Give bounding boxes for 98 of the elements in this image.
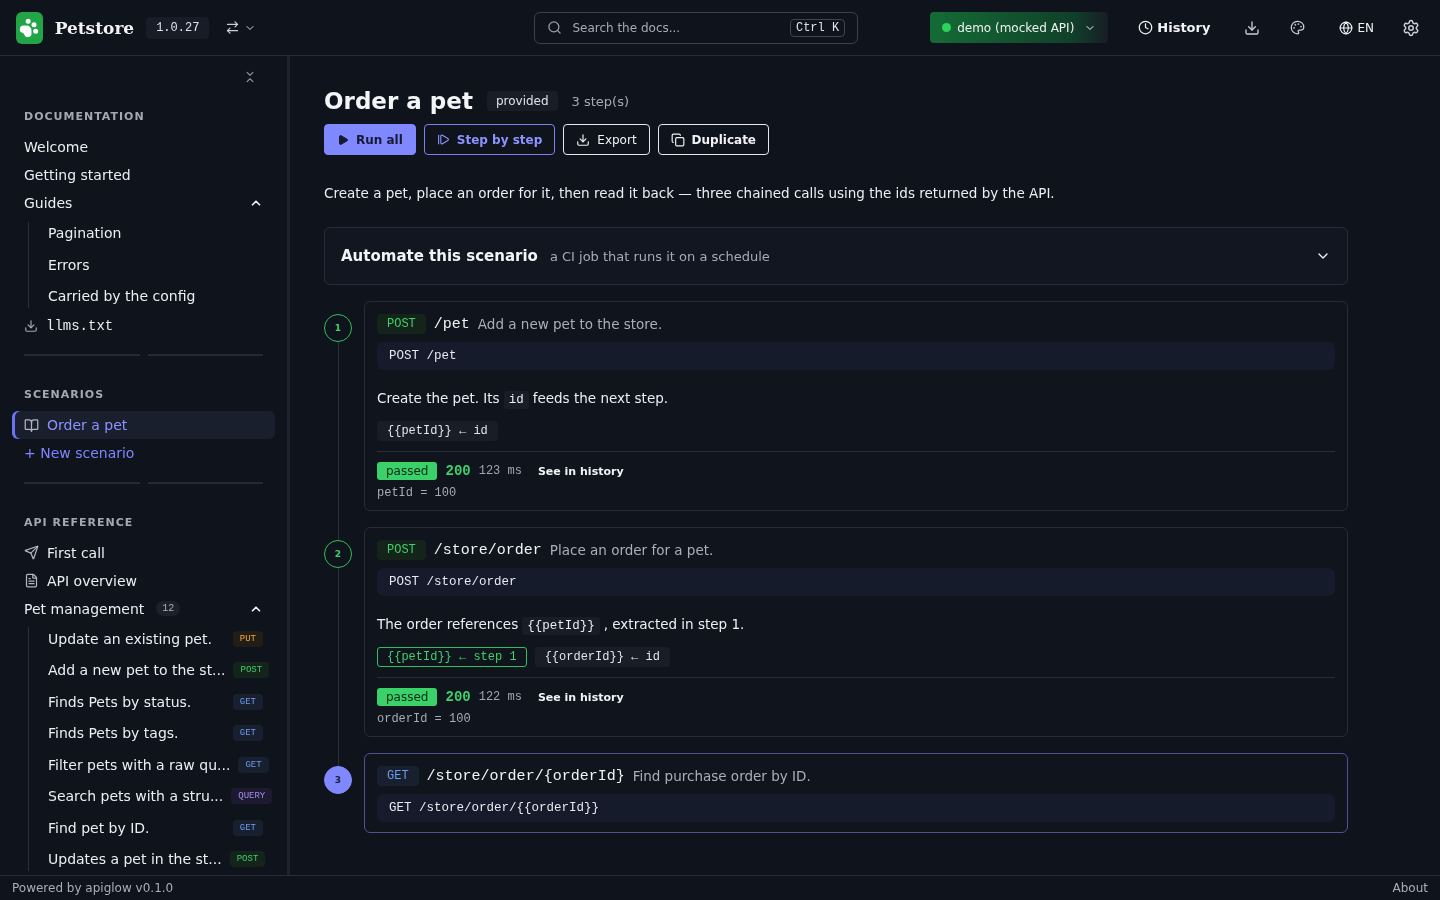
method-tag: GET [232, 693, 263, 710]
variable-chip: {{orderId}} ← id [534, 647, 670, 667]
nav-link[interactable]: Welcome [12, 133, 275, 162]
step-button[interactable]: Step by step [423, 124, 556, 155]
nav-group[interactable]: Pet management 12 [12, 594, 275, 624]
automate-panel[interactable]: Automate this scenario a CI job that runs it on a schedule [324, 227, 1348, 285]
http-status: 200 [445, 689, 471, 705]
step-note: Create the pet. Its id feeds the next step. [377, 390, 670, 407]
variable-chip: {{petId}} ← id [377, 421, 498, 441]
http-status: 200 [445, 463, 471, 479]
extracted-value: orderId = 100 [377, 712, 472, 726]
search-icon [547, 20, 563, 35]
method-tag: POST [377, 540, 426, 560]
endpoint-item[interactable]: Updates a pet in the st... POST [12, 843, 275, 875]
new-scenario-link[interactable]: + New scenario [12, 439, 275, 468]
section-title: API REFERENCE [23, 515, 135, 529]
status-badge: passed [377, 462, 438, 480]
brand-name: Petstore [54, 17, 135, 38]
step-note: The order references {{petId}} , extracted in step 1. [377, 616, 746, 633]
nav-link[interactable]: llms.txt [12, 312, 275, 341]
nav-link[interactable]: Errors [12, 249, 275, 281]
scenario-item[interactable]: Order a pet [12, 411, 275, 440]
endpoint-item[interactable]: Add a new pet to the st... POST [12, 654, 275, 687]
extracted-value: petId = 100 [377, 486, 458, 500]
method-tag: GET [238, 756, 269, 773]
language-button[interactable]: EN [1335, 16, 1378, 39]
method-tag: PUT [232, 630, 263, 647]
shortcut-hint: Ctrl K [789, 18, 846, 37]
search-field[interactable]: Search the docs... [570, 19, 782, 36]
section-title: SCENARIOS [23, 388, 106, 402]
method-tag: GET [232, 819, 263, 836]
nav-link[interactable]: Carried by the config [12, 280, 275, 312]
paw-logo-icon[interactable] [16, 11, 43, 44]
response-time: 123 ms [478, 464, 522, 478]
powered-by-text: Powered by apiglow v0.1.0 [12, 881, 174, 895]
endpoint-summary: Add a new pet to the store. [477, 316, 663, 332]
search-bar[interactable]: Search the docs... Ctrl K [534, 11, 859, 44]
clock-icon [1138, 20, 1154, 35]
document-icon [24, 573, 39, 589]
method-tag: POST [377, 314, 426, 334]
section-title: DOCUMENTATION [23, 110, 146, 123]
history-button[interactable]: History [1134, 16, 1215, 39]
about-link[interactable]: About [1392, 881, 1428, 895]
step-number: 3 [324, 766, 352, 794]
duplicate-button[interactable]: Duplicate [657, 124, 769, 155]
environment-selector[interactable]: demo (mocked API) [930, 12, 1109, 43]
globe-icon [1339, 20, 1354, 35]
swap-arrows-icon [225, 20, 241, 35]
response-time: 122 ms [478, 690, 522, 704]
endpoint-item[interactable]: Finds Pets by status. GET [12, 686, 275, 718]
step-count: 3 step(s) [571, 93, 630, 109]
nav-link[interactable]: Pagination [12, 217, 275, 249]
download-icon [576, 132, 591, 147]
scenario-description: Create a pet, place an order for it, then read it back — three chained calls using the ids returned by the API. [324, 185, 1056, 201]
step-number: 2 [324, 540, 352, 568]
method-tag: GET [232, 725, 263, 742]
method-tag: QUERY [231, 788, 273, 805]
send-icon [24, 545, 39, 561]
group-label: Guides [24, 195, 73, 212]
endpoint-item[interactable]: Search pets with a stru... QUERY [12, 780, 275, 813]
group-label: Pet management [24, 600, 145, 617]
provided-badge: provided [486, 91, 558, 111]
palette-icon [1290, 20, 1306, 35]
endpoint-summary: Place an order for a pet. [549, 542, 714, 558]
run-button[interactable]: Run all [324, 124, 416, 155]
history-link[interactable]: See in history [537, 690, 624, 704]
endpoint-item[interactable]: Finds Pets by tags. GET [12, 717, 275, 750]
endpoint-path: /store/order [433, 541, 542, 559]
method-tag: POST [229, 851, 266, 868]
count-badge: 12 [156, 601, 181, 617]
export-button[interactable]: Export [563, 124, 650, 155]
method-tag: GET [377, 766, 419, 786]
copy-icon [670, 132, 685, 147]
version-badge: 1.0.27 [146, 16, 210, 39]
book-icon [24, 417, 39, 433]
step-forward-icon [436, 133, 450, 146]
page-title: Order a pet [324, 88, 473, 114]
endpoint-item[interactable]: Update an existing pet. PUT [12, 623, 275, 655]
play-icon [337, 133, 349, 146]
endpoint-path: /pet [433, 315, 470, 333]
endpoint-summary: Find purchase order by ID. [632, 768, 811, 784]
download-icon [1244, 19, 1261, 36]
collapse-icon [243, 70, 257, 84]
endpoint-item[interactable]: Filter pets with a raw qu... GET [12, 749, 275, 781]
variable-chip: {{petId}} ← step 1 [377, 647, 527, 667]
method-tag: POST [233, 662, 270, 679]
nav-link[interactable]: First call [12, 538, 275, 567]
paw-icon [19, 17, 40, 38]
nav-link[interactable]: API overview [12, 566, 275, 595]
endpoint-path: /store/order/{orderId} [426, 767, 625, 785]
status-badge: passed [377, 688, 438, 706]
history-link[interactable]: See in history [537, 464, 624, 478]
settings-icon [1402, 18, 1420, 37]
download-icon [24, 319, 38, 334]
endpoint-item[interactable]: Find pet by ID. GET [12, 812, 275, 844]
nav-group[interactable]: Guides [12, 189, 275, 218]
nav-link[interactable]: Getting started [12, 161, 275, 190]
step-number: 1 [324, 314, 352, 342]
